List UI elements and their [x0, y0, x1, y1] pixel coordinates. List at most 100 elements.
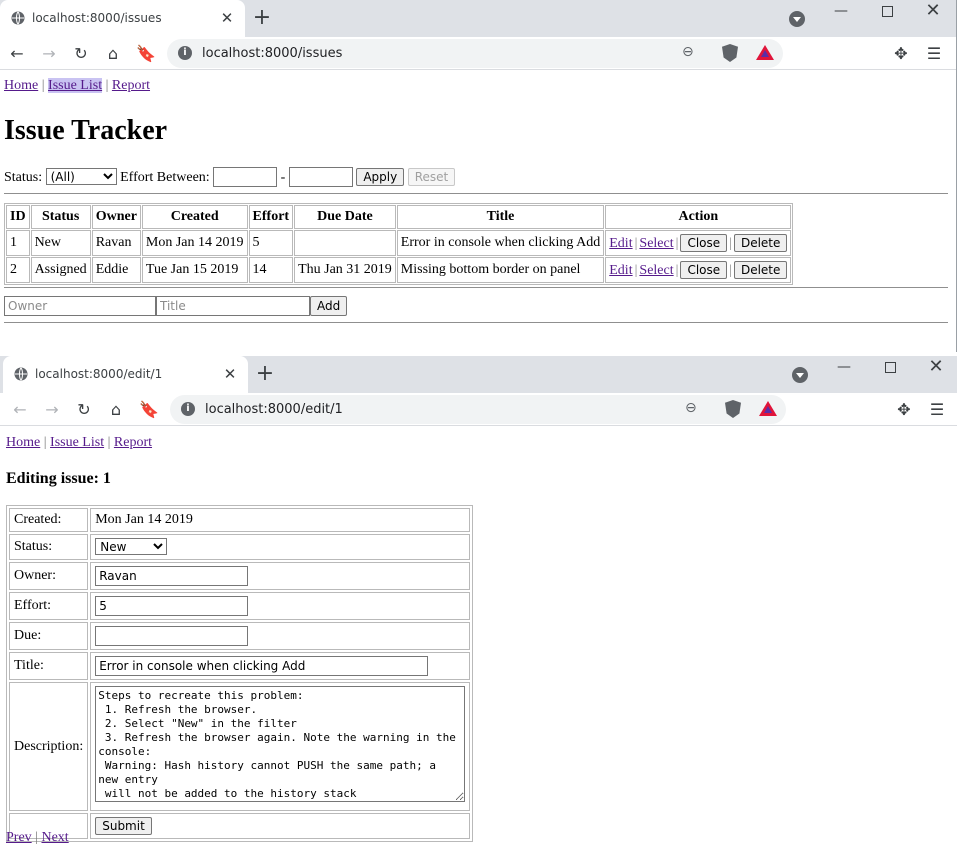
col-due-date: Due Date	[294, 205, 396, 229]
apply-button[interactable]: Apply	[356, 168, 405, 186]
title-label: Title:	[9, 652, 89, 680]
table-row: 2 Assigned Eddie Tue Jan 15 2019 14 Thu …	[6, 257, 792, 283]
status-filter-select[interactable]: (All)	[45, 168, 117, 185]
home-link[interactable]: Home	[6, 435, 40, 450]
zoom-out-icon[interactable]: ⊖	[682, 44, 694, 60]
divider	[4, 193, 948, 194]
new-tab-icon[interactable]: +	[250, 6, 274, 30]
new-tab-icon[interactable]: +	[253, 362, 277, 386]
form-row-submit: Submit	[9, 813, 471, 839]
maximize-icon[interactable]	[864, 0, 910, 28]
status-select[interactable]: New	[95, 538, 168, 555]
address-bar[interactable]: i localhost:8000/edit/1 ⊖	[170, 395, 786, 424]
tab-search-icon[interactable]	[792, 367, 808, 383]
status-filter-label: Status:	[4, 170, 43, 185]
issue-list-link[interactable]: Issue List	[50, 435, 104, 450]
reload-icon[interactable]: ↻	[68, 41, 94, 67]
form-row-status: Status: New	[9, 534, 471, 560]
home-icon[interactable]: ⌂	[103, 397, 129, 423]
cell-due	[294, 230, 396, 256]
cell-owner: Eddie	[91, 257, 141, 283]
close-tab-icon[interactable]: ✕	[217, 8, 237, 28]
title-input[interactable]	[156, 296, 310, 316]
home-icon[interactable]: ⌂	[100, 41, 126, 67]
col-owner: Owner	[91, 205, 141, 229]
close-window-icon[interactable]: ✕	[910, 0, 956, 28]
zoom-out-icon[interactable]: ⊖	[685, 400, 697, 416]
prev-link[interactable]: Prev	[6, 830, 32, 845]
reload-icon[interactable]: ↻	[71, 397, 97, 423]
effort-max-input[interactable]	[288, 167, 353, 187]
select-link[interactable]: Select	[639, 263, 673, 278]
add-button[interactable]: Add	[310, 296, 348, 316]
effort-min-input[interactable]	[213, 167, 278, 187]
cell-created: Tue Jan 15 2019	[141, 257, 248, 283]
brave-rewards-icon[interactable]	[756, 45, 774, 60]
tab-issues[interactable]: localhost:8000/issues ✕	[0, 0, 245, 37]
forward-arrow-icon[interactable]: →	[39, 397, 65, 423]
select-link[interactable]: Select	[639, 236, 673, 251]
cell-created: Mon Jan 14 2019	[141, 230, 248, 256]
url-text: localhost:8000/issues	[202, 46, 343, 61]
table-header-row: ID Status Owner Created Effort Due Date …	[6, 205, 792, 229]
brave-shield-icon[interactable]	[722, 44, 738, 62]
menu-icon[interactable]: ☰	[924, 397, 950, 423]
back-arrow-icon[interactable]: ←	[7, 397, 33, 423]
close-tab-icon[interactable]: ✕	[220, 364, 240, 384]
form-row-due: Due:	[9, 622, 471, 650]
close-button[interactable]: Close	[680, 261, 728, 279]
issue-add-form: Add	[4, 296, 348, 316]
report-link[interactable]: Report	[114, 435, 152, 450]
info-icon[interactable]: i	[181, 402, 195, 416]
bookmark-icon[interactable]: 🔖	[136, 397, 162, 423]
bookmark-icon[interactable]: 🔖	[133, 41, 159, 67]
close-button[interactable]: Close	[680, 234, 728, 252]
minimize-icon[interactable]: —	[821, 356, 867, 384]
due-input[interactable]	[95, 626, 249, 646]
address-bar[interactable]: i localhost:8000/issues ⊖	[167, 39, 783, 68]
issue-list-link[interactable]: Issue List	[48, 78, 103, 93]
edit-link[interactable]: Edit	[609, 236, 632, 251]
home-link[interactable]: Home	[4, 78, 38, 93]
title-input[interactable]	[95, 656, 429, 676]
puzzle-icon[interactable]: ✥	[888, 41, 914, 67]
reset-button[interactable]: Reset	[407, 168, 456, 186]
cell-actions: Edit | Select | Close | Delete	[605, 230, 792, 256]
brave-rewards-icon[interactable]	[759, 401, 777, 416]
form-row-effort: Effort:	[9, 592, 471, 620]
brave-shield-icon[interactable]	[725, 400, 741, 418]
col-created: Created	[141, 205, 248, 229]
forward-arrow-icon[interactable]: →	[36, 41, 62, 67]
maximize-icon[interactable]	[867, 356, 913, 384]
effort-dash: -	[280, 170, 286, 185]
minimize-icon[interactable]: —	[818, 0, 864, 28]
cell-actions: Edit | Select | Close | Delete	[605, 257, 792, 283]
owner-input[interactable]	[4, 296, 156, 316]
tab-edit[interactable]: localhost:8000/edit/1 ✕	[3, 356, 248, 393]
cell-title: Missing bottom border on panel	[396, 257, 605, 283]
puzzle-icon[interactable]: ✥	[891, 397, 917, 423]
delete-button[interactable]: Delete	[733, 261, 788, 279]
created-label: Created:	[9, 508, 89, 532]
cell-id: 1	[6, 230, 30, 256]
effort-input[interactable]	[95, 596, 249, 616]
nav-links: Home | Issue List | Report	[4, 78, 151, 93]
back-arrow-icon[interactable]: ←	[4, 41, 30, 67]
info-icon[interactable]: i	[178, 46, 192, 60]
delete-button[interactable]: Delete	[733, 234, 788, 252]
description-textarea[interactable]: Steps to recreate this problem: 1. Refre…	[95, 686, 466, 802]
menu-icon[interactable]: ☰	[921, 41, 947, 67]
form-row-owner: Owner:	[9, 562, 471, 590]
tab-search-icon[interactable]	[789, 11, 805, 27]
divider	[4, 322, 948, 323]
issue-filter: Status: (All) Effort Between: - Apply Re…	[4, 167, 456, 187]
effort-label: Effort:	[9, 592, 89, 620]
cell-status: Assigned	[30, 257, 91, 283]
close-window-icon[interactable]: ✕	[913, 356, 957, 384]
browser-toolbar: ← → ↻ ⌂ 🔖 i localhost:8000/edit/1 ⊖ ✥ ☰	[0, 393, 957, 426]
next-link[interactable]: Next	[41, 830, 68, 845]
edit-link[interactable]: Edit	[609, 263, 632, 278]
submit-button[interactable]: Submit	[95, 817, 152, 835]
report-link[interactable]: Report	[112, 78, 150, 93]
owner-input[interactable]	[95, 566, 249, 586]
